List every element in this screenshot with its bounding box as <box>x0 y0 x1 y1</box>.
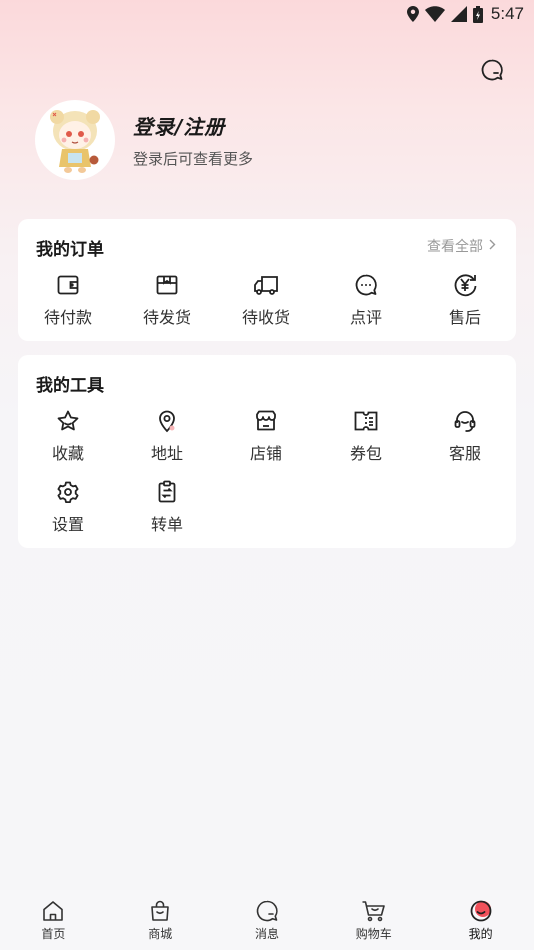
home-icon <box>40 898 66 924</box>
transfer-order-icon <box>154 479 180 505</box>
tool-store[interactable]: 店铺 <box>216 408 316 464</box>
order-item-label: 待发货 <box>142 308 191 327</box>
login-register-link[interactable]: 登录/注册 <box>133 111 253 140</box>
tab-label: 商城 <box>148 927 173 941</box>
tool-label: 设置 <box>51 515 84 534</box>
tool-label: 券包 <box>349 444 382 463</box>
coupon-icon <box>353 408 379 434</box>
truck-icon <box>253 272 279 298</box>
location-icon <box>406 6 419 22</box>
headset-icon <box>452 408 478 434</box>
tool-coupons[interactable]: 券包 <box>316 408 416 464</box>
tool-label: 客服 <box>448 444 481 463</box>
chat-bubble-icon[interactable] <box>478 56 506 84</box>
order-after-sales[interactable]: 售后 <box>415 272 515 328</box>
location-pin-icon <box>154 408 180 434</box>
chevron-right-icon <box>489 238 496 254</box>
order-item-label: 点评 <box>349 308 382 327</box>
view-all-label: 查看全部 <box>427 239 483 255</box>
tool-label: 地址 <box>150 444 183 463</box>
status-bar: 5:47 <box>0 0 534 28</box>
battery-icon <box>472 5 483 23</box>
tool-label: 转单 <box>150 515 183 534</box>
view-all-orders-link[interactable]: 查看全部 <box>427 236 496 256</box>
wallet-icon <box>55 272 81 298</box>
gear-icon <box>55 479 81 505</box>
my-orders-title: 我的订单 <box>36 240 104 260</box>
order-item-label: 售后 <box>448 308 481 327</box>
my-orders-card: 我的订单 查看全部 待付款 待发货 待收货 点评 售后 <box>18 219 516 341</box>
tool-customer-service[interactable]: 客服 <box>415 408 515 464</box>
tab-label: 首页 <box>41 927 66 941</box>
order-item-label: 待收货 <box>241 308 290 327</box>
tab-messages[interactable]: 消息 <box>214 890 321 950</box>
tab-label: 购物车 <box>355 927 392 941</box>
message-icon <box>254 898 280 924</box>
my-tools-title: 我的工具 <box>36 376 104 396</box>
box-icon <box>154 272 180 298</box>
order-pending-shipment[interactable]: 待发货 <box>117 272 217 328</box>
order-pending-receipt[interactable]: 待收货 <box>216 272 316 328</box>
order-pending-payment[interactable]: 待付款 <box>18 272 118 328</box>
yen-refund-icon <box>452 272 478 298</box>
order-item-label: 待付款 <box>43 308 92 327</box>
order-review[interactable]: 点评 <box>316 272 416 328</box>
store-icon <box>253 408 279 434</box>
tab-label: 消息 <box>254 927 279 941</box>
tool-label: 收藏 <box>51 444 84 463</box>
profile-header[interactable]: 登录/注册 登录后可查看更多 <box>35 100 253 180</box>
avatar[interactable] <box>35 100 115 180</box>
bottom-tab-bar: 首页 商城 消息 购物车 我的 <box>0 890 534 950</box>
login-hint: 登录后可查看更多 <box>133 150 254 168</box>
tool-favorites[interactable]: 收藏 <box>18 408 118 464</box>
tab-mall[interactable]: 商城 <box>107 890 214 950</box>
tab-cart[interactable]: 购物车 <box>320 890 427 950</box>
clock: 5:47 <box>490 4 524 23</box>
comment-icon <box>353 272 379 298</box>
shopping-bag-icon <box>147 898 173 924</box>
tab-label: 我的 <box>468 927 493 941</box>
profile-icon <box>468 898 494 924</box>
star-icon <box>55 408 81 434</box>
cart-icon <box>361 898 387 924</box>
tool-address[interactable]: 地址 <box>117 408 217 464</box>
wifi-icon <box>424 6 445 22</box>
tool-label: 店铺 <box>249 444 282 463</box>
tab-mine[interactable]: 我的 <box>427 890 534 950</box>
my-tools-card: 我的工具 收藏 地址 店铺 券包 客服 设置 转单 <box>18 355 516 548</box>
tool-transfer-order[interactable]: 转单 <box>117 479 217 535</box>
tab-home[interactable]: 首页 <box>0 890 107 950</box>
tool-settings[interactable]: 设置 <box>18 479 118 535</box>
signal-icon <box>450 6 467 22</box>
